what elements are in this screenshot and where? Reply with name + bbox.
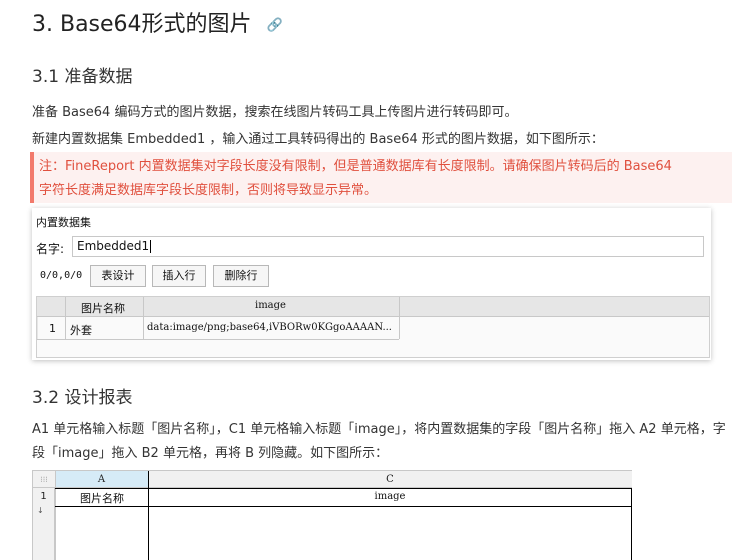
- grid-divider: [399, 297, 400, 339]
- report-designer-sheet: ⁝⁝⁝ A C 1 ↓ 图片名称 image: [32, 470, 632, 560]
- grid-divider: [65, 297, 66, 339]
- paragraph-prepare: 准备 Base64 编码方式的图片数据，搜索在线图片转码工具上传图片进行转码即可…: [32, 105, 518, 120]
- grid-row-border: [37, 339, 399, 340]
- cell-image[interactable]: data:image/png;base64,iVBORw0KGgoAAAAN..…: [147, 322, 397, 333]
- subsection-title-3-1: 3.1 准备数据: [32, 67, 133, 87]
- name-input[interactable]: Embedded1: [72, 236, 704, 257]
- corner-cell[interactable]: ⁝⁝⁝: [33, 471, 55, 488]
- section-title: 3. Base64形式的图片 🔗: [32, 6, 283, 38]
- grid-header: [37, 297, 709, 317]
- row-header-1[interactable]: 1: [33, 488, 55, 506]
- paragraph-design-report: A1 单元格输入标题「图片名称」，C1 单元格输入标题「image」，将内置数据…: [32, 422, 726, 461]
- note-line-2: 字符长度满足数据库字段长度限制，否则将导致显示异常。: [39, 183, 378, 198]
- sheet-gridline: [55, 506, 632, 507]
- section-title-text: 3. Base64形式的图片: [32, 12, 252, 37]
- sheet-gridline: [148, 471, 149, 560]
- insert-row-button[interactable]: 插入行: [152, 265, 206, 287]
- cell-c1[interactable]: image: [149, 491, 631, 502]
- delete-row-button[interactable]: 删除行: [213, 265, 269, 287]
- link-icon[interactable]: 🔗: [267, 18, 283, 33]
- text-caret: [150, 240, 152, 253]
- note-callout: 注：FineReport 内置数据集对字段长度没有限制，但是普通数据库有长度限制…: [30, 152, 732, 203]
- sheet-gridline: [55, 471, 56, 560]
- column-header-a[interactable]: A: [55, 471, 148, 488]
- position-indicator: 0/0,0/0: [40, 270, 83, 281]
- name-input-value: Embedded1: [77, 239, 150, 253]
- dialog-title: 内置数据集: [36, 216, 91, 229]
- row-header-2[interactable]: ↓: [33, 506, 55, 560]
- embedded-dataset-dialog: 内置数据集 名字: Embedded1 0/0,0/0 表设计 插入行 删除行 …: [32, 208, 711, 360]
- subsection-title-3-2: 3.2 设计报表: [32, 388, 133, 408]
- note-line-1: 注：FineReport 内置数据集对字段长度没有限制，但是普通数据库有长度限制…: [39, 159, 672, 174]
- sheet-gridline: [631, 488, 632, 560]
- cell-a1[interactable]: 图片名称: [56, 490, 148, 506]
- grid-divider: [143, 297, 144, 339]
- sheet-gridline: [55, 488, 632, 489]
- column-header-name[interactable]: 图片名称: [81, 300, 125, 316]
- arrow-down-icon: ↓: [37, 506, 44, 515]
- table-design-button[interactable]: 表设计: [90, 265, 146, 287]
- cell-name[interactable]: 外套: [70, 322, 92, 338]
- paragraph-new-dataset: 新建内置数据集 Embedded1 ，输入通过工具转码得出的 Base64 形式…: [32, 132, 604, 147]
- column-header-c[interactable]: C: [148, 471, 632, 488]
- column-header-image[interactable]: image: [255, 300, 286, 311]
- name-label: 名字:: [36, 242, 65, 256]
- grid-divider: [37, 317, 38, 339]
- dataset-grid: 图片名称 image 1 外套 data:image/png;base64,iV…: [36, 296, 710, 358]
- row-number: 1: [49, 322, 56, 335]
